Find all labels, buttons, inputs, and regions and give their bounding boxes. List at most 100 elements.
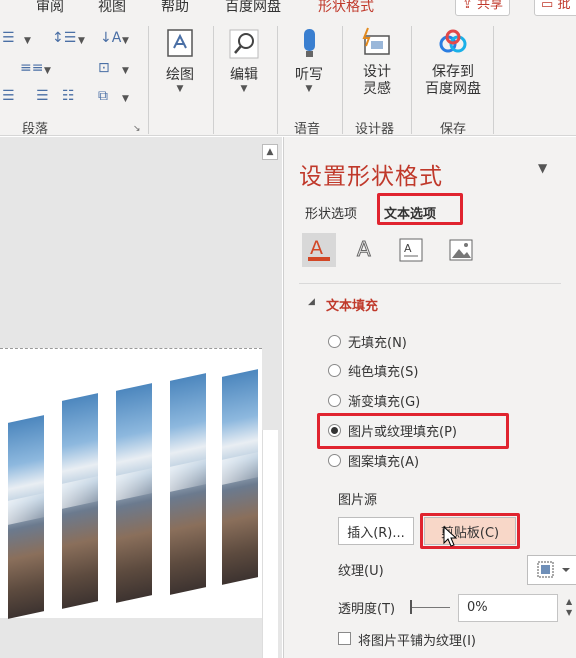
ribbon-separator (277, 26, 278, 134)
chevron-down-icon: ▼ (240, 84, 248, 94)
paragraph-group-label: 段落 (22, 122, 49, 137)
tab-help[interactable]: 帮助 (161, 0, 189, 16)
align-text-icon[interactable]: ⊡ (98, 60, 110, 76)
tab-view[interactable]: 视图 (98, 0, 126, 16)
texture-swatch-icon (537, 561, 570, 578)
highlight-box (377, 193, 463, 225)
option-label: 无填充(N) (348, 335, 407, 351)
tab-baidu-netdisk[interactable]: 百度网盘 (225, 0, 281, 16)
option-solid-fill[interactable]: 纯色填充(S) (328, 360, 418, 380)
bullets-icon[interactable]: ☰ (2, 30, 15, 46)
textbox-button[interactable]: A (394, 233, 428, 267)
edit-label: 编辑 (230, 67, 258, 83)
design-ideas-icon (362, 27, 390, 55)
chevron-down-icon[interactable]: ▼ (122, 36, 129, 46)
dictate-button[interactable]: 听写 ▼ (288, 26, 330, 94)
radio-pattern-fill[interactable] (328, 453, 341, 467)
text-fill-outline-icon: A (308, 237, 330, 261)
option-label: 渐变填充(G) (348, 394, 421, 410)
draw-button[interactable]: 绘图 ▼ (158, 26, 202, 94)
baidu-cloud-icon (439, 29, 467, 53)
share-icon: ⇪ (462, 0, 473, 12)
option-no-fill[interactable]: 无填充(N) (328, 331, 407, 351)
draw-icon (167, 29, 193, 57)
tab-shape-options[interactable]: 形状选项 (305, 203, 357, 222)
chevron-down-icon[interactable]: ▼ (78, 36, 85, 46)
chevron-down-icon[interactable]: ▼ (122, 66, 129, 76)
picture-strip[interactable] (8, 415, 44, 619)
texture-label: 纹理(U) (338, 564, 384, 579)
picture-strip[interactable] (170, 373, 206, 595)
text-fill-outline-button[interactable]: A (302, 233, 336, 267)
insert-button[interactable]: 插入(R)... (338, 517, 414, 545)
columns-icon[interactable]: ≡≡ (20, 60, 43, 76)
comment-icon: ▭ (541, 0, 554, 12)
line-spacing-icon[interactable]: ↕☰ (52, 30, 76, 46)
share-button[interactable]: ⇪ 共享 (455, 0, 511, 16)
mouse-cursor-icon (443, 526, 458, 547)
picture-strip[interactable] (62, 393, 98, 609)
edit-button[interactable]: 编辑 ▼ (222, 26, 266, 94)
picture-source-label: 图片源 (338, 493, 378, 508)
dialog-launcher-icon[interactable]: ↘ (133, 124, 141, 134)
transparency-slider-track[interactable] (410, 607, 450, 608)
tile-checkbox[interactable] (338, 632, 351, 645)
slide-canvas[interactable] (0, 348, 262, 619)
pane-title: 设置形状格式 (299, 164, 443, 190)
picture-button[interactable] (444, 233, 478, 267)
highlight-box (317, 413, 509, 449)
text-direction-icon[interactable]: ↓A (100, 30, 121, 46)
collapse-triangle-icon[interactable]: ◢ (308, 297, 315, 307)
picture-icon (449, 239, 473, 261)
chevron-down-icon[interactable]: ▼ (24, 36, 31, 46)
option-pattern-fill[interactable]: 图案填充(A) (328, 450, 419, 470)
align-right-icon[interactable]: ☰ (2, 88, 15, 104)
transparency-slider-handle[interactable] (410, 600, 412, 614)
section-title-text-fill[interactable]: 文本填充 (326, 295, 378, 314)
radio-solid-fill[interactable] (328, 363, 341, 377)
svg-text:A: A (357, 237, 371, 261)
highlight-box (420, 513, 520, 549)
ribbon-separator (213, 26, 214, 134)
ribbon-separator (342, 26, 343, 134)
ribbon-separator (148, 26, 149, 134)
radio-gradient-fill[interactable] (328, 393, 341, 407)
chevron-down-icon: ▼ (305, 84, 313, 94)
option-gradient-fill[interactable]: 渐变填充(G) (328, 390, 420, 410)
smartart-icon[interactable]: ⧉ (98, 88, 108, 104)
design-ideas-label: 设计 灵感 (363, 64, 391, 97)
format-shape-pane: 设置形状格式 ▼ 形状选项 文本选项 A A A ◢ 文本填充 无填充(N) 纯… (283, 137, 576, 658)
section-divider (299, 283, 561, 284)
spinner-icon[interactable]: ▲ ▼ (566, 596, 572, 618)
texture-picker-button[interactable] (527, 555, 576, 585)
textbox-icon: A (399, 238, 423, 262)
chevron-down-icon: ▼ (176, 84, 184, 94)
text-effects-button[interactable]: A (348, 233, 382, 267)
picture-strip[interactable] (116, 383, 152, 603)
vertical-scrollbar[interactable] (262, 430, 278, 658)
share-label: 共享 (477, 0, 504, 12)
transparency-label: 透明度(T) (338, 602, 396, 617)
distributed-icon[interactable]: ☷ (62, 88, 75, 104)
chevron-down-icon[interactable]: ▼ (122, 94, 129, 104)
comments-button[interactable]: ▭ 批 (534, 0, 576, 16)
pane-options-chevron-icon[interactable]: ▼ (538, 161, 547, 175)
save-to-baidu-button[interactable]: 保存到 百度网盘 (420, 26, 486, 98)
transparency-input[interactable]: 0% (458, 594, 558, 622)
tab-review[interactable]: 审阅 (36, 0, 64, 16)
design-ideas-button[interactable]: 设计 灵感 (354, 26, 400, 98)
justify-icon[interactable]: ☰ (36, 88, 49, 104)
chevron-down-icon[interactable]: ▼ (44, 66, 51, 76)
microphone-icon (304, 29, 315, 57)
svg-text:A: A (310, 237, 323, 259)
draw-label: 绘图 (166, 67, 194, 83)
ribbon-tab-strip: 审阅 视图 帮助 百度网盘 形状格式 ⇪ 共享 ▭ 批 (0, 0, 576, 18)
svg-text:A: A (404, 242, 412, 255)
tile-label: 将图片平铺为纹理(I) (358, 634, 476, 649)
text-effects-icon: A (357, 237, 372, 262)
radio-no-fill[interactable] (328, 334, 341, 348)
scroll-up-button[interactable]: ▲ (262, 144, 278, 160)
tab-shape-format[interactable]: 形状格式 (318, 0, 374, 16)
ribbon-separator (411, 26, 412, 134)
picture-strip[interactable] (222, 369, 258, 585)
